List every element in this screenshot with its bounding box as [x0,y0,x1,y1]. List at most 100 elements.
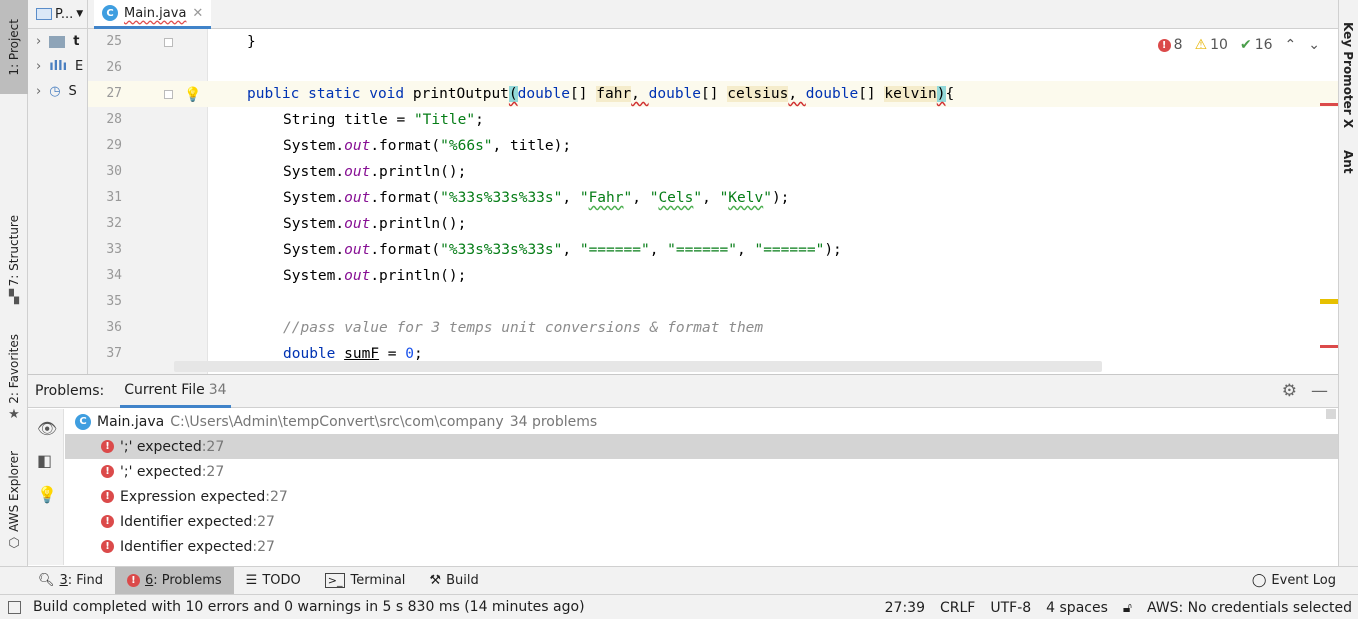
problem-line: :27 [252,513,275,530]
chevron-right-icon: › [36,34,42,49]
problem-item[interactable]: ! ';' expected :27 [65,434,1338,459]
code-editor[interactable]: 25 } 26 27 💡 public static void printOut… [88,29,1338,374]
problem-item[interactable]: ! Expression expected :27 [65,484,1338,509]
tab-find[interactable]: 🔍︎ 3: Find [0,567,115,595]
tab-current-file[interactable]: Current File 34 [120,375,231,408]
tab-todo[interactable]: ☰ TODO [234,567,313,595]
vertical-scrollbar[interactable] [1326,409,1336,419]
code-line: 32 System.out.println(); [88,211,1338,237]
code-line: 35 [88,289,1338,315]
problem-text: Expression expected [120,488,266,505]
code-line: 31 System.out.format("%33s%33s%33s", "Fa… [88,185,1338,211]
lightbulb-disabled-icon[interactable]: 💡 [37,485,57,504]
error-stripe-mark[interactable] [1320,103,1338,106]
error-icon: ! [101,490,114,503]
project-tree-row[interactable]: › t [28,29,87,54]
problems-file-count: 34 problems [509,413,598,430]
tab-terminal[interactable]: >_ Terminal [313,567,418,595]
warning-count[interactable]: ⚠ 10 [1195,37,1228,53]
inspection-widget[interactable]: ! 8 ⚠ 10 ✔ 16 ⌃ ⌄ [1157,37,1320,53]
chevron-down-icon: ▼ [76,9,84,19]
fold-marker-icon[interactable] [164,90,173,99]
caret-position[interactable]: 27:39 [885,600,925,616]
structure-tool-tab[interactable]: 7: Structure ▚ [0,210,28,310]
project-panel-header[interactable]: P... ▼ [28,0,87,29]
code-line: 28 String title = "Title"; [88,107,1338,133]
key-promoter-tab[interactable]: Key Promoter X [1341,22,1355,128]
next-highlight-icon[interactable]: ⌄ [1308,37,1320,53]
editor-tab-bar: C Main.java ✕ [88,0,1338,29]
problem-line: :27 [201,438,225,455]
project-tree-row[interactable]: › ◷ S [28,79,87,104]
lock-icon[interactable]: 🔓︎ [1123,600,1132,616]
hammer-icon: ⚒ [429,573,442,588]
cube-icon: ⬡ [8,535,20,551]
problem-item[interactable]: ! Identifier expected :27 [65,534,1338,559]
warning-stripe-mark[interactable] [1320,299,1338,304]
aws-explorer-label: AWS Explorer [7,451,21,532]
code-text: System.out.format("%33s%33s%33s", "=====… [283,242,842,258]
right-tool-strip: Key Promoter X Ant [1338,0,1358,566]
code-line: 25 } [88,29,1338,55]
line-separator[interactable]: CRLF [940,600,975,616]
fold-marker-icon[interactable] [164,38,173,47]
error-icon: ! [1157,38,1171,52]
tab-problems[interactable]: ! 6: Problems [114,566,234,595]
indent-setting[interactable]: 4 spaces [1046,600,1108,616]
editor-tab-main-java[interactable]: C Main.java ✕ [94,0,212,29]
previous-highlight-icon[interactable]: ⌃ [1285,37,1297,53]
tab-current-file-count: 34 [208,381,227,398]
status-bar: Build completed with 10 errors and 0 war… [0,594,1358,619]
line-number: 29 [106,138,122,153]
warning-icon: ⚠ [1194,37,1208,53]
typo-count[interactable]: ✔ 16 [1240,37,1273,53]
check-icon: ✔ [1239,37,1252,53]
code-text: System.out.println(); [283,216,467,232]
gear-icon[interactable]: ⚙ [1282,381,1297,401]
error-stripe-mark[interactable] [1320,345,1338,348]
code-line: 30 System.out.println(); [88,159,1338,185]
tool-windows-icon[interactable] [8,600,21,614]
tab-current-file-label: Current File [124,381,205,398]
preview-icon[interactable]: ◧ [37,451,52,470]
line-number: 37 [106,346,122,361]
problem-text: Identifier expected [120,538,253,555]
code-line: 34 System.out.println(); [88,263,1338,289]
tab-build[interactable]: ⚒ Build [417,567,490,595]
error-icon: ! [101,540,114,553]
aws-explorer-tool-tab[interactable]: AWS Explorer ⬡ [0,446,28,556]
problem-item[interactable]: ! ';' expected :27 [65,459,1338,484]
lightbulb-icon[interactable]: 💡 [184,87,201,103]
error-icon: ! [101,440,114,453]
error-count[interactable]: ! 8 [1157,37,1183,53]
close-icon[interactable]: ✕ [192,6,203,21]
tab-event-log[interactable]: ◯ Event Log [1240,567,1348,595]
project-view-icon [36,8,52,20]
java-class-icon: C [102,5,118,21]
minimize-icon[interactable]: — [1311,381,1328,401]
problem-item[interactable]: ! Identifier expected :27 [65,509,1338,534]
project-tree-row[interactable]: › ıllı E [28,54,87,79]
problems-file-row[interactable]: C Main.java C:\Users\Admin\tempConvert\s… [65,409,1338,434]
project-tool-tab[interactable]: 1: Project [0,0,28,94]
code-text: System.out.format("%33s%33s%33s", "Fahr"… [283,190,790,206]
line-number: 31 [106,190,122,205]
problems-list[interactable]: C Main.java C:\Users\Admin\tempConvert\s… [65,409,1338,566]
horizontal-scrollbar[interactable] [174,361,1102,372]
file-encoding[interactable]: UTF-8 [990,600,1031,616]
status-message[interactable]: Build completed with 10 errors and 0 war… [33,599,585,615]
project-tree-label: t [73,34,80,49]
problems-header: Problems: Current File 34 ⚙ — [28,375,1338,408]
problems-panel: Problems: Current File 34 ⚙ — 👁 ◧ 💡 C Ma… [28,374,1338,566]
favorites-tool-tab[interactable]: 2: Favorites ★ [0,330,28,426]
code-comment: //pass value for 3 temps unit conversion… [283,320,764,336]
line-number: 30 [106,164,122,179]
aws-credentials[interactable]: AWS: No credentials selected [1147,600,1352,616]
code-text: } [247,34,256,50]
eye-icon[interactable]: 👁 [37,419,57,438]
error-icon: ! [101,515,114,528]
line-number: 26 [106,60,122,75]
code-line: 29 System.out.format("%66s", title); [88,133,1338,159]
ant-tab[interactable]: Ant [1341,150,1355,174]
list-icon: ☰ [245,573,258,588]
